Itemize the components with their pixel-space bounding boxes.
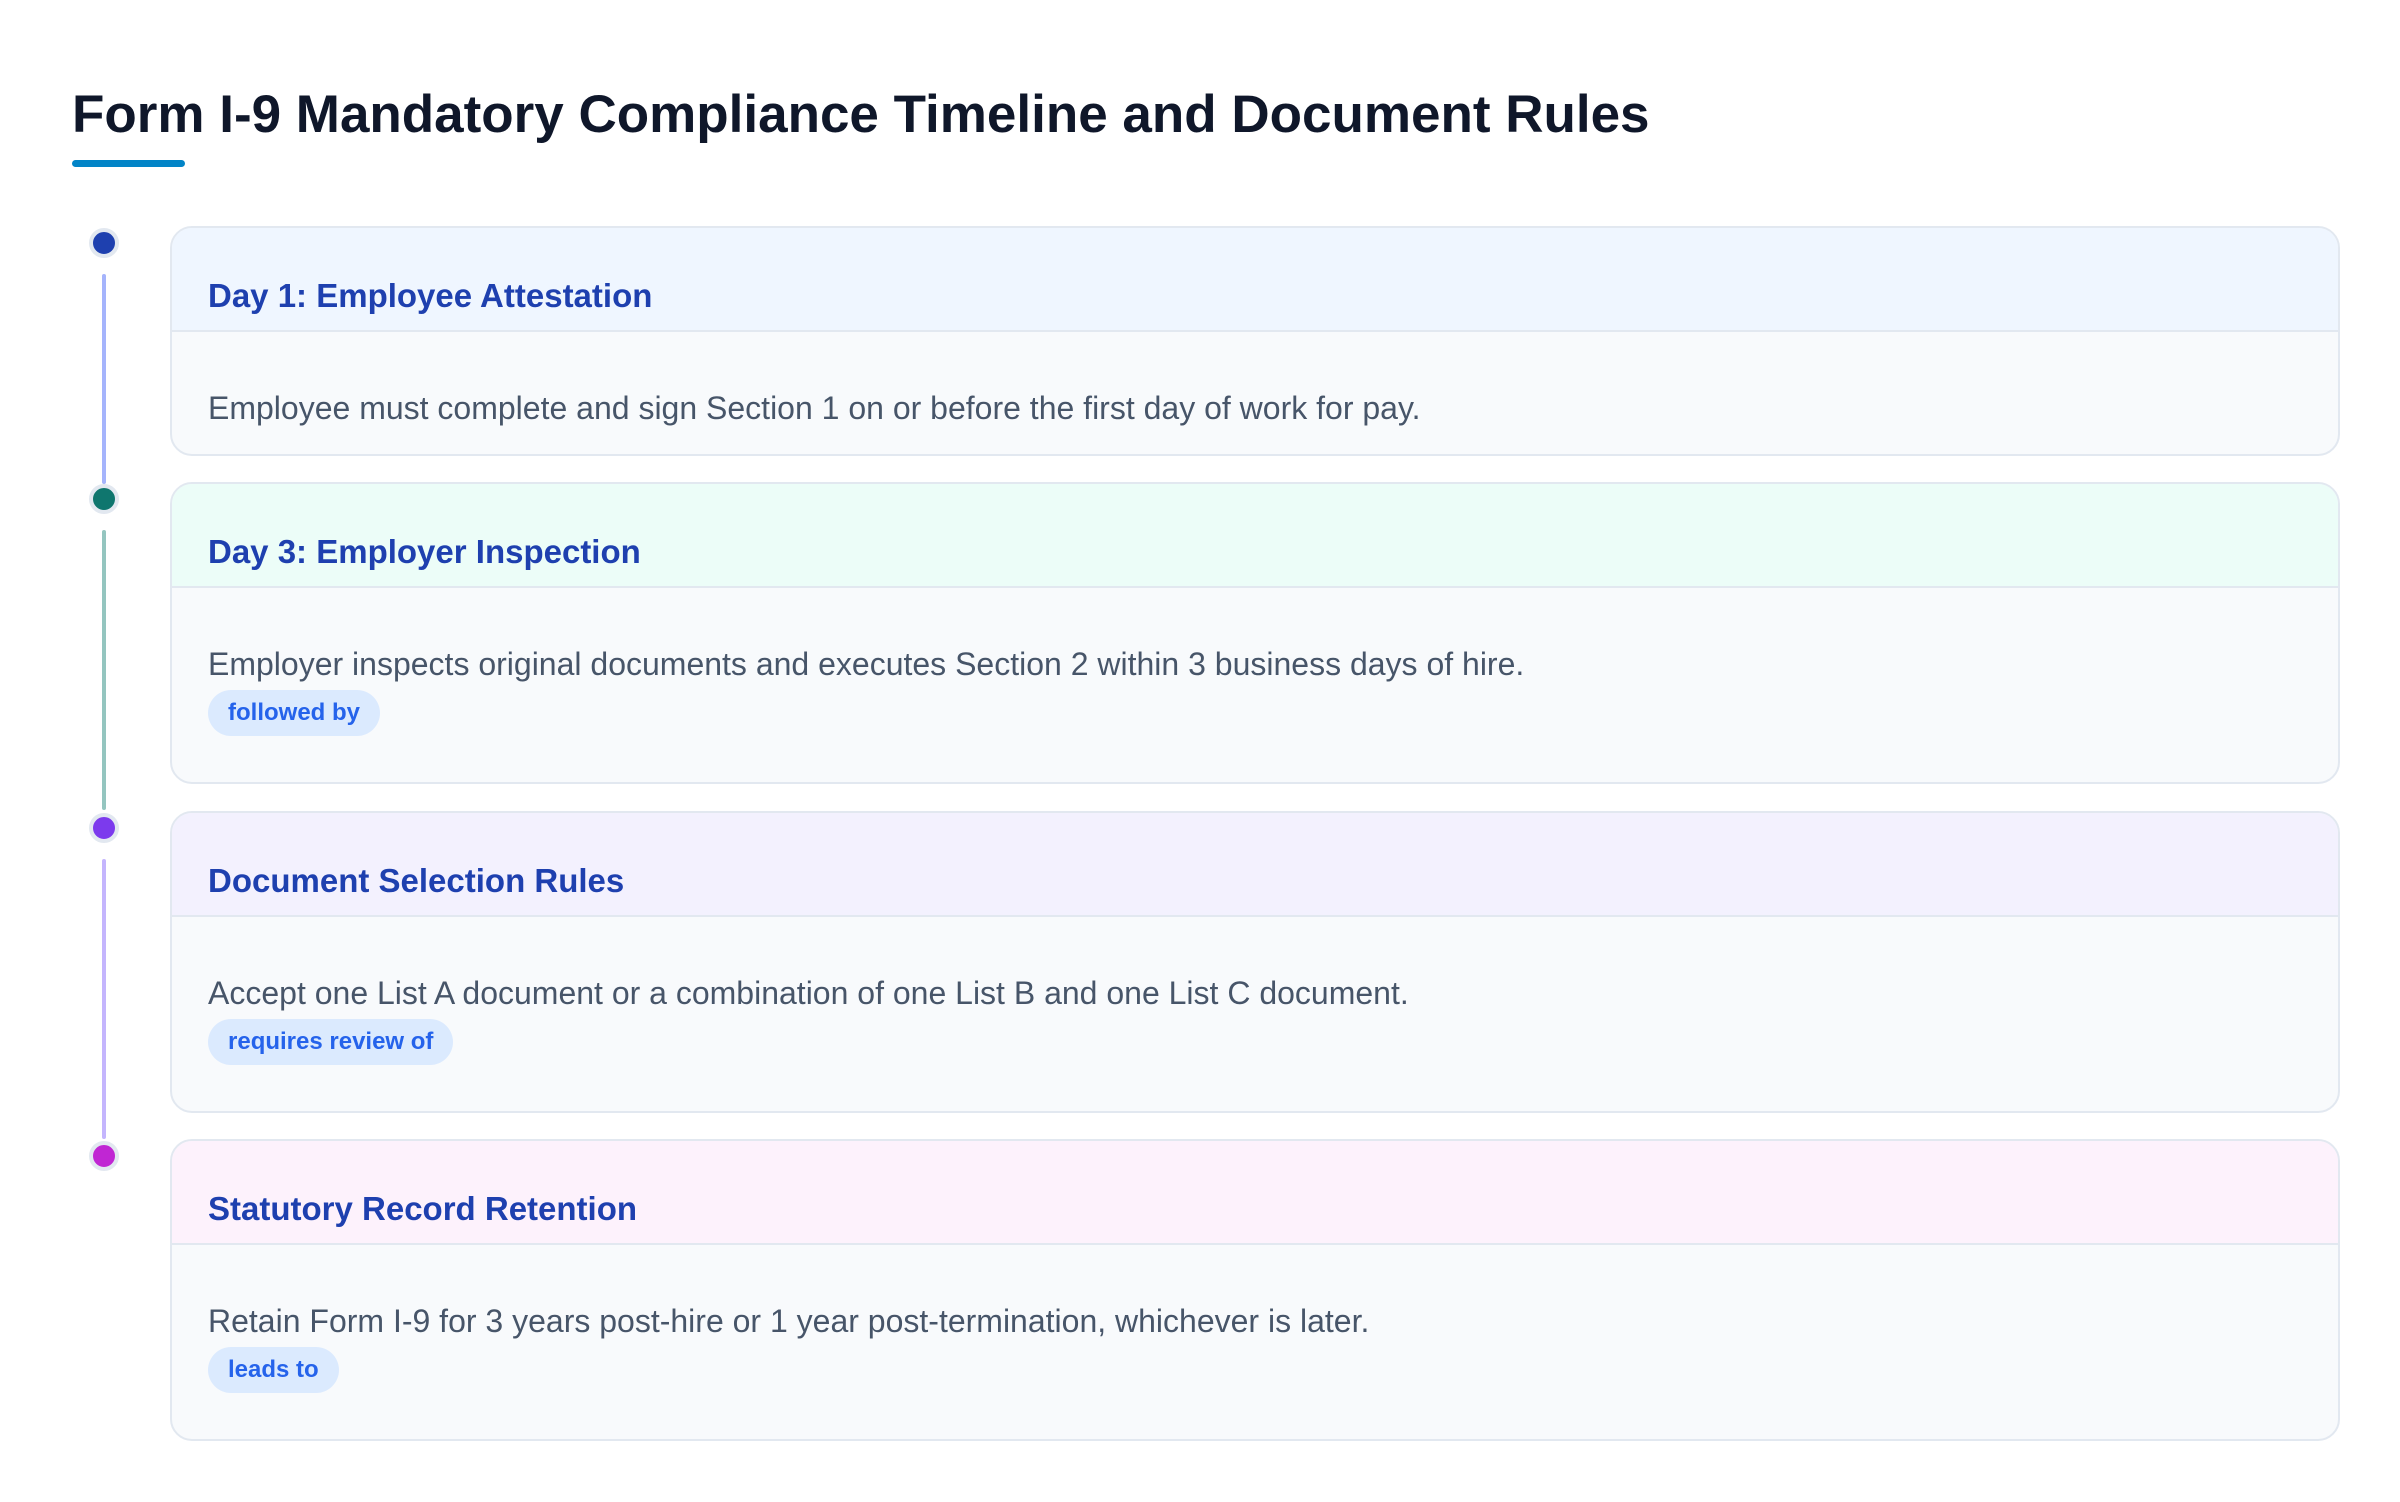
timeline-marker-2	[89, 484, 119, 514]
timeline-marker-1	[89, 228, 119, 258]
step-title: Day 1: Employee Attestation	[208, 277, 653, 314]
step-card-body: Accept one List A document or a combinat…	[172, 917, 2338, 1065]
step-card-header: Day 3: Employer Inspection	[172, 484, 2338, 588]
step-card-body: Retain Form I-9 for 3 years post-hire or…	[172, 1245, 2338, 1393]
step-title: Document Selection Rules	[208, 862, 625, 899]
step-description: Employee must complete and sign Section …	[208, 390, 1421, 426]
step-card-header: Statutory Record Retention	[172, 1141, 2338, 1245]
step-card-header: Day 1: Employee Attestation	[172, 228, 2338, 332]
page: Form I-9 Mandatory Compliance Timeline a…	[0, 0, 2400, 1502]
timeline-connector-2	[102, 530, 106, 810]
step-description: Retain Form I-9 for 3 years post-hire or…	[208, 1303, 1370, 1339]
step-title: Day 3: Employer Inspection	[208, 533, 641, 570]
timeline-connector-1	[102, 274, 106, 484]
step-description: Employer inspects original documents and…	[208, 646, 1525, 682]
timeline-marker-4	[89, 1141, 119, 1171]
step-card-document-selection: Document Selection Rules Accept one List…	[170, 811, 2340, 1113]
step-card-employer-inspection: Day 3: Employer Inspection Employer insp…	[170, 482, 2340, 784]
step-title: Statutory Record Retention	[208, 1190, 638, 1227]
relation-badge-followed-by: followed by	[208, 690, 380, 736]
timeline-connector-3	[102, 859, 106, 1139]
step-card-employee-attestation: Day 1: Employee Attestation Employee mus…	[170, 226, 2340, 456]
step-card-body: Employer inspects original documents and…	[172, 588, 2338, 736]
step-card-record-retention: Statutory Record Retention Retain Form I…	[170, 1139, 2340, 1441]
step-card-header: Document Selection Rules	[172, 813, 2338, 917]
step-card-body: Employee must complete and sign Section …	[172, 332, 2338, 428]
timeline-marker-3	[89, 813, 119, 843]
relation-badge-leads-to: leads to	[208, 1347, 339, 1393]
timeline: Day 1: Employee Attestation Employee mus…	[0, 0, 2400, 1502]
relation-badge-requires-review-of: requires review of	[208, 1019, 454, 1065]
step-description: Accept one List A document or a combinat…	[208, 975, 1409, 1011]
